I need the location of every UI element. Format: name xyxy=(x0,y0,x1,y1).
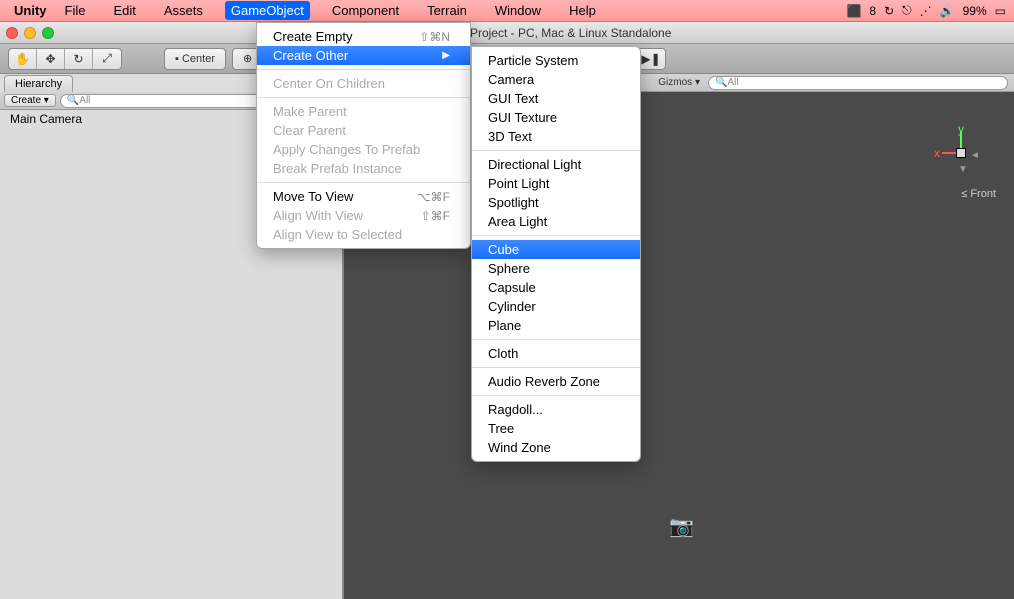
gameobject-menu-apply-changes-to-prefab: Apply Changes To Prefab xyxy=(257,140,470,159)
app-name[interactable]: Unity xyxy=(14,3,47,18)
adobe-count: 8 xyxy=(869,4,876,18)
menu-component[interactable]: Component xyxy=(326,1,405,20)
battery-percent: 99% xyxy=(963,4,987,18)
create-other-cube[interactable]: Cube xyxy=(472,240,640,259)
scene-search[interactable]: 🔍 All xyxy=(708,76,1008,90)
adobe-icon: ⬛ xyxy=(846,4,861,18)
gameobject-menu-align-view-to-selected: Align View to Selected xyxy=(257,225,470,244)
create-other-tree[interactable]: Tree xyxy=(472,419,640,438)
hand-tool[interactable]: ✋ xyxy=(9,49,37,69)
bluetooth-icon: ⎋ xyxy=(902,3,912,18)
gizmos-dropdown[interactable]: Gizmos ▾ xyxy=(658,77,700,88)
battery-icon: ▭ xyxy=(995,4,1006,18)
create-other-submenu: Particle SystemCameraGUI TextGUI Texture… xyxy=(471,46,641,462)
gameobject-menu-make-parent: Make Parent xyxy=(257,102,470,121)
rotate-tool[interactable]: ↻ xyxy=(65,49,93,69)
create-other-point-light[interactable]: Point Light xyxy=(472,174,640,193)
create-other-camera[interactable]: Camera xyxy=(472,70,640,89)
gameobject-menu-create-other[interactable]: Create Other▶ xyxy=(257,46,470,65)
create-other-ragdoll-[interactable]: Ragdoll... xyxy=(472,400,640,419)
pivot-label: Center xyxy=(182,53,215,65)
gameobject-menu-create-empty[interactable]: Create Empty⇧⌘N xyxy=(257,27,470,46)
z-cone-icon: ◄ xyxy=(970,150,980,161)
gameobject-menu-break-prefab-instance: Break Prefab Instance xyxy=(257,159,470,178)
create-other-wind-zone[interactable]: Wind Zone xyxy=(472,438,640,457)
pivot-mode[interactable]: ▪ Center xyxy=(164,48,226,70)
menu-gameobject[interactable]: GameObject xyxy=(225,1,310,20)
volume-icon: 🔊 xyxy=(940,4,955,18)
create-other-particle-system[interactable]: Particle System xyxy=(472,51,640,70)
menu-edit[interactable]: Edit xyxy=(107,1,141,20)
create-other-spotlight[interactable]: Spotlight xyxy=(472,193,640,212)
x-axis-label: x xyxy=(934,146,940,160)
y-axis-arrow-icon xyxy=(960,132,962,148)
create-other-plane[interactable]: Plane xyxy=(472,316,640,335)
camera-icon[interactable]: 📷 xyxy=(669,514,694,539)
hierarchy-create-button[interactable]: Create ▾ xyxy=(4,94,56,107)
create-other-area-light[interactable]: Area Light xyxy=(472,212,640,231)
create-other-3d-text[interactable]: 3D Text xyxy=(472,127,640,146)
menu-assets[interactable]: Assets xyxy=(158,1,209,20)
view-label: ≤ Front xyxy=(961,188,996,200)
create-other-directional-light[interactable]: Directional Light xyxy=(472,155,640,174)
window-title: Untitled - New Unity Project - PC, Mac &… xyxy=(24,26,1008,40)
wifi-icon: ⋰ xyxy=(920,4,932,18)
close-button[interactable] xyxy=(6,27,18,39)
create-other-sphere[interactable]: Sphere xyxy=(472,259,640,278)
menu-window[interactable]: Window xyxy=(489,1,547,20)
mac-menubar: Unity File Edit Assets GameObject Compon… xyxy=(0,0,1014,22)
sync-icon: ↻ xyxy=(884,4,894,18)
gameobject-menu: Create Empty⇧⌘NCreate Other▶ Center On Ch… xyxy=(256,22,471,249)
scale-tool[interactable]: ⤢ xyxy=(93,49,121,69)
menu-terrain[interactable]: Terrain xyxy=(421,1,473,20)
create-other-gui-texture[interactable]: GUI Texture xyxy=(472,108,640,127)
gameobject-menu-center-on-children: Center On Children xyxy=(257,74,470,93)
step-button[interactable]: ▶❚ xyxy=(637,49,665,69)
gameobject-menu-clear-parent: Clear Parent xyxy=(257,121,470,140)
z-cone-icon2: ▼ xyxy=(958,164,968,175)
global-icon: ⊕ xyxy=(243,52,252,65)
titlebar: Untitled - New Unity Project - PC, Mac &… xyxy=(0,22,1014,44)
create-other-cylinder[interactable]: Cylinder xyxy=(472,297,640,316)
gameobject-menu-align-with-view: Align With View⇧⌘F xyxy=(257,206,470,225)
orientation-gizmo[interactable]: y x ◄ ▼ xyxy=(930,122,990,182)
move-tool[interactable]: ✥ xyxy=(37,49,65,69)
center-icon: ▪ xyxy=(175,53,179,65)
gizmo-center-icon xyxy=(956,148,966,158)
create-other-gui-text[interactable]: GUI Text xyxy=(472,89,640,108)
menu-help[interactable]: Help xyxy=(563,1,602,20)
create-other-audio-reverb-zone[interactable]: Audio Reverb Zone xyxy=(472,372,640,391)
hierarchy-tab[interactable]: Hierarchy xyxy=(4,75,73,92)
menu-file[interactable]: File xyxy=(59,1,92,20)
transform-tools: ✋ ✥ ↻ ⤢ xyxy=(8,48,122,70)
x-axis-arrow-icon xyxy=(942,152,956,154)
gameobject-menu-move-to-view[interactable]: Move To View⌥⌘F xyxy=(257,187,470,206)
create-other-cloth[interactable]: Cloth xyxy=(472,344,640,363)
create-other-capsule[interactable]: Capsule xyxy=(472,278,640,297)
